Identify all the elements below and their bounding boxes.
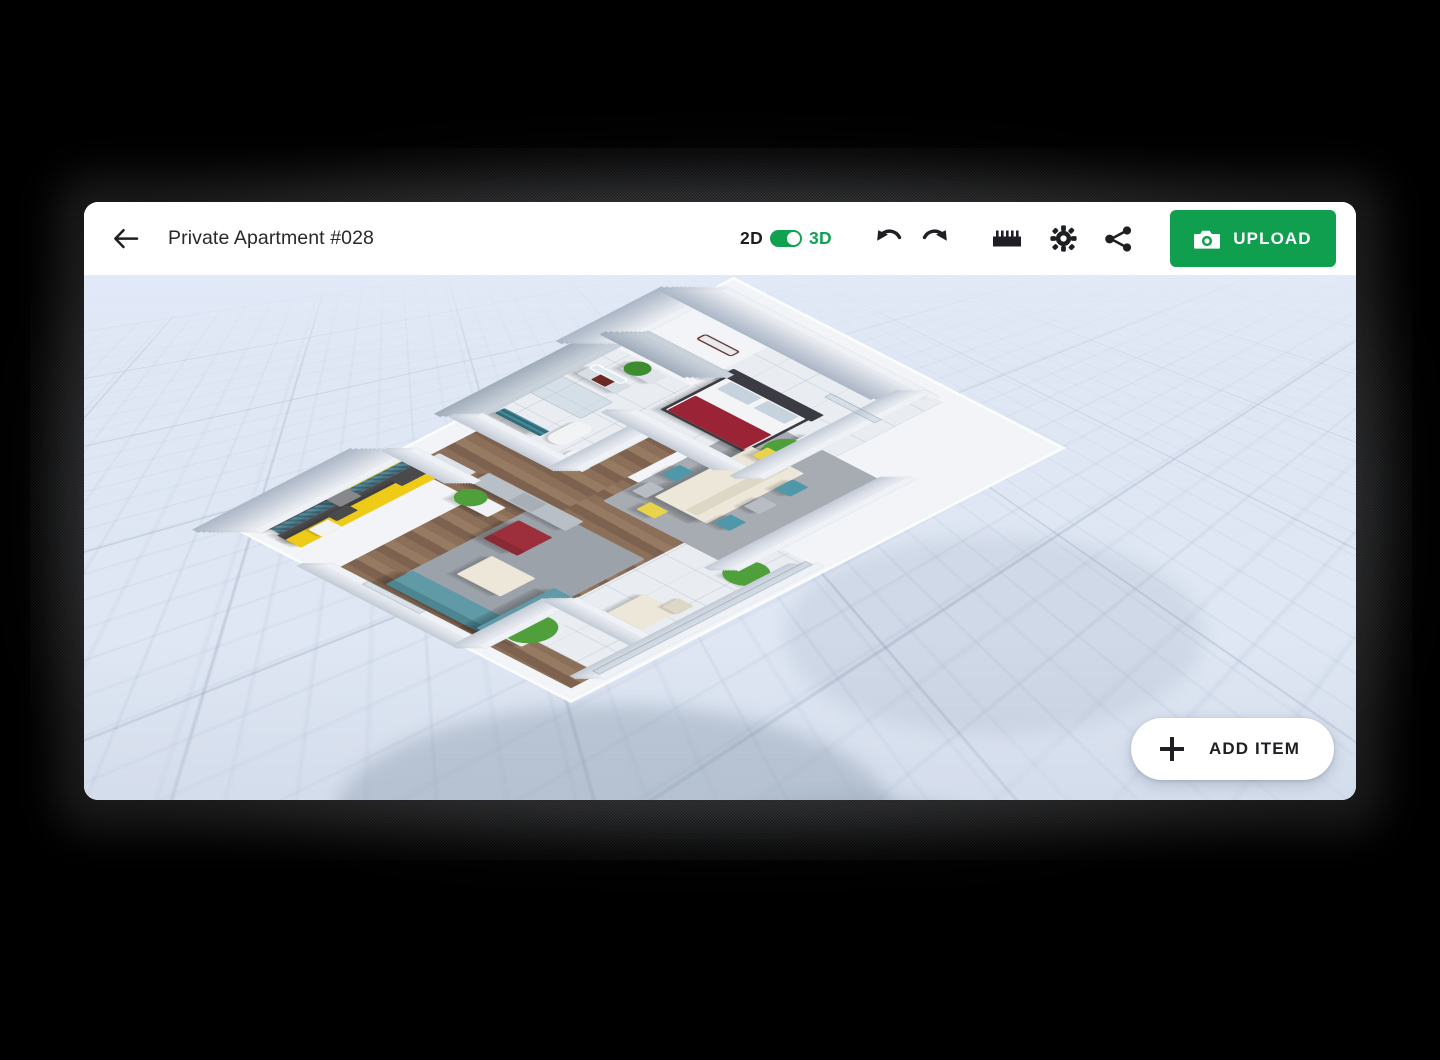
upload-button-label: UPLOAD (1233, 228, 1312, 248)
undo-icon (877, 228, 902, 241)
page-title: Private Apartment #028 (168, 227, 374, 249)
plus-icon (1160, 737, 1185, 761)
screenshot-root: Private Apartment #028 2D 3D UPLOAD ADD … (0, 0, 1440, 1060)
view-mode-toggle[interactable]: 2D 3D (740, 228, 832, 249)
upload-button[interactable]: UPLOAD (1170, 210, 1336, 267)
add-item-button[interactable]: ADD ITEM (1131, 718, 1334, 780)
dining-chair-gray[interactable] (743, 496, 778, 515)
view-mode-2d-label[interactable]: 2D (740, 228, 763, 249)
back-button[interactable] (106, 219, 146, 259)
view-mode-3d-label[interactable]: 3D (809, 228, 832, 249)
view-mode-switch[interactable] (770, 230, 803, 247)
floorplan-viewport[interactable]: ADD ITEM (84, 275, 1356, 800)
measure-button[interactable] (990, 222, 1024, 256)
share-icon (1105, 225, 1132, 252)
share-button[interactable] (1102, 222, 1136, 256)
ruler-icon (993, 230, 1021, 246)
top-toolbar: Private Apartment #028 2D 3D UPLOAD (84, 202, 1356, 275)
arrow-left-icon (114, 228, 139, 248)
add-item-button-label: ADD ITEM (1209, 739, 1300, 758)
gear-icon (1049, 225, 1077, 252)
camera-icon (1194, 230, 1221, 249)
app-card: Private Apartment #028 2D 3D UPLOAD ADD … (84, 202, 1356, 800)
switch-knob (787, 232, 800, 245)
redo-button[interactable] (918, 222, 952, 256)
redo-icon (922, 228, 947, 241)
iso-container (238, 276, 1102, 721)
bedroom-artwork[interactable] (698, 335, 738, 356)
undo-button[interactable] (872, 222, 906, 256)
settings-button[interactable] (1046, 222, 1080, 256)
